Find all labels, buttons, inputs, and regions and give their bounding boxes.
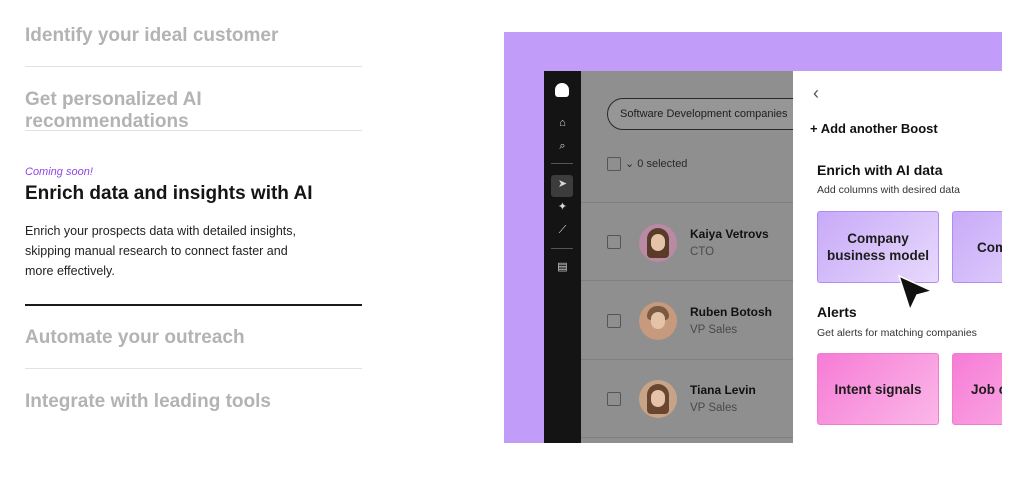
back-chevron-icon[interactable]: ‹	[813, 83, 819, 104]
boost-panel: ‹ + Add another Boost Enrich with AI dat…	[793, 71, 1002, 443]
divider	[25, 66, 362, 67]
feature-integrate-tools[interactable]: Integrate with leading tools	[25, 391, 362, 413]
alerts-section-subtitle: Get alerts for matching companies	[817, 327, 977, 339]
person-role: VP Sales	[690, 402, 738, 414]
card-company-signals[interactable]: Com signa	[952, 211, 1002, 283]
row-divider	[581, 359, 793, 360]
card-label: Com signa	[977, 239, 1002, 255]
chevron-down-icon: ⌄	[625, 158, 638, 170]
feature-enrich-data-description: Enrich your prospects data with detailed…	[25, 224, 296, 278]
sidebar-divider	[551, 248, 573, 249]
row-divider	[581, 437, 793, 438]
home-icon[interactable]: ⌂	[556, 117, 569, 130]
card-intent-signals[interactable]: Intent signals	[817, 353, 939, 425]
divider	[25, 130, 362, 131]
send-icon[interactable]: ➤	[556, 178, 569, 191]
selected-count[interactable]: ⌄ 0 selected	[625, 157, 687, 170]
row-checkbox[interactable]	[607, 314, 621, 328]
card-job-changes[interactable]: Job c	[952, 353, 1002, 425]
sparkle-icon[interactable]: ✦	[556, 201, 569, 214]
feature-identify-customer[interactable]: Identify your ideal customer	[25, 25, 362, 47]
prospect-table: Software Development companies ⌄ 0 selec…	[581, 71, 821, 443]
feature-ai-recommendations[interactable]: Get personalized AI recommendations	[25, 89, 362, 133]
feature-automate-outreach[interactable]: Automate your outreach	[25, 327, 362, 349]
card-label: Company business model	[826, 231, 930, 263]
document-icon[interactable]: ▤	[556, 261, 569, 274]
avatar	[639, 302, 677, 340]
person-role: VP Sales	[690, 324, 738, 336]
row-checkbox[interactable]	[607, 235, 621, 249]
search-filter-pill[interactable]: Software Development companies	[607, 98, 821, 130]
card-label: Job c	[971, 381, 1002, 397]
enrich-section-title: Enrich with AI data	[817, 162, 943, 178]
person-name: Kaiya Vetrovs	[690, 227, 769, 241]
feature-enrich-data-title[interactable]: Enrich data and insights with AI	[25, 183, 313, 205]
sidebar-divider	[551, 163, 573, 164]
avatar	[639, 380, 677, 418]
mouse-pointer-icon	[897, 274, 935, 313]
avatar	[639, 224, 677, 262]
logo-icon	[555, 83, 569, 97]
row-divider	[581, 202, 793, 203]
card-label: Intent signals	[834, 381, 922, 397]
search-icon[interactable]: ⌕	[556, 140, 569, 153]
alerts-section-title: Alerts	[817, 304, 857, 320]
person-role: CTO	[690, 246, 715, 258]
product-mockup: ⌂ ⌕ ➤ ✦ ⟋ ▤ Software Development compani…	[504, 32, 1002, 443]
coming-soon-label: Coming soon!	[25, 166, 93, 178]
person-name: Tiana Levin	[690, 383, 756, 397]
chart-icon[interactable]: ⟋	[556, 224, 569, 237]
row-divider	[581, 280, 793, 281]
enrich-section-subtitle: Add columns with desired data	[817, 184, 960, 196]
add-boost-button[interactable]: + Add another Boost	[810, 121, 938, 136]
app-sidebar: ⌂ ⌕ ➤ ✦ ⟋ ▤	[544, 71, 581, 443]
select-all-checkbox[interactable]	[607, 157, 621, 171]
selected-count-text: 0 selected	[637, 158, 688, 170]
active-divider	[25, 304, 362, 306]
divider	[25, 368, 362, 369]
person-name: Ruben Botosh	[690, 305, 772, 319]
row-checkbox[interactable]	[607, 392, 621, 406]
